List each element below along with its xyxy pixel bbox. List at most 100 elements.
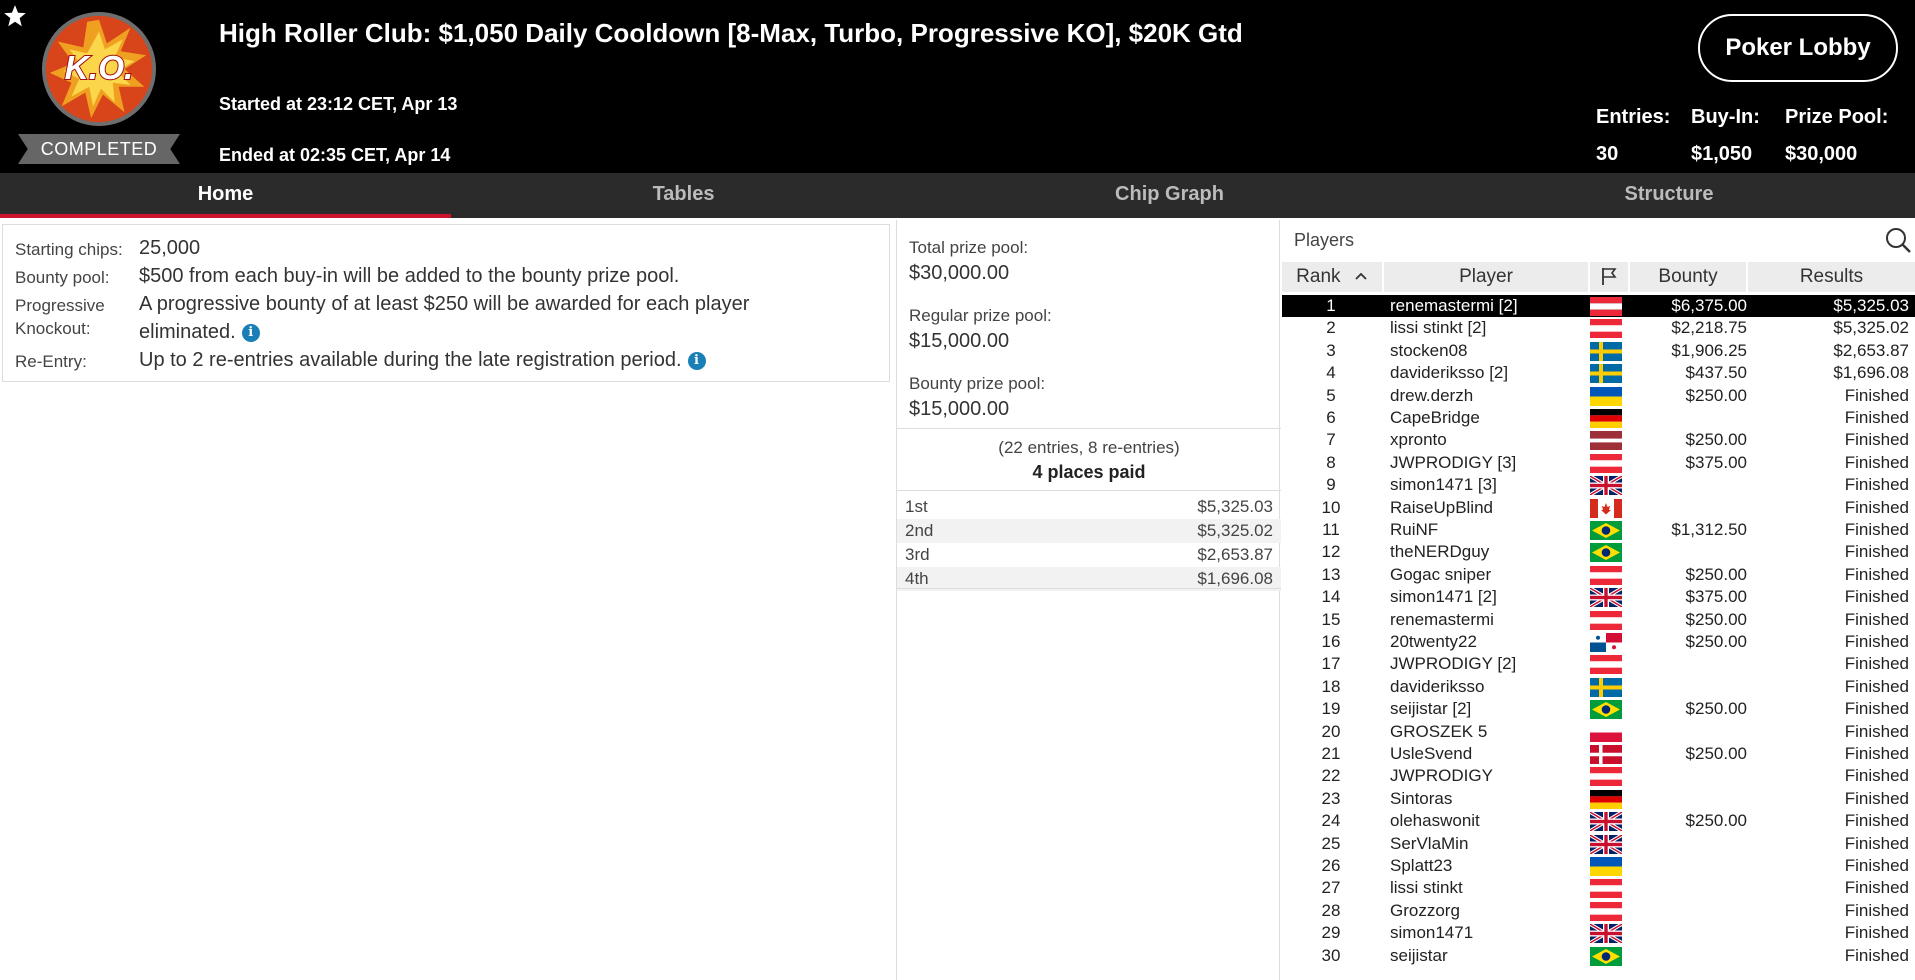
entries-value: 30 (1596, 143, 1619, 165)
search-icon[interactable] (1884, 226, 1912, 254)
table-row[interactable]: 17 JWPRODIGY [2] Finished (1282, 653, 1915, 675)
table-row[interactable]: 16 20twenty22 $250.00 Finished (1282, 631, 1915, 653)
progressive-value-line2-text: eliminated. (139, 321, 236, 343)
country-flag-icon (1590, 341, 1622, 361)
table-row[interactable]: 25 SerVlaMin Finished (1282, 833, 1915, 856)
country-flag-icon (1590, 565, 1622, 585)
player-name: simon1471 (1390, 923, 1474, 943)
player-result: Finished (1844, 609, 1909, 629)
country-flag-icon (1590, 498, 1622, 518)
payout-amount: $5,325.03 (1197, 497, 1273, 516)
divider (897, 588, 1281, 589)
table-row[interactable]: 8 JWPRODIGY [3] $375.00 Finished (1282, 452, 1915, 474)
player-result: Finished (1844, 430, 1909, 450)
player-result: $5,325.03 (1833, 296, 1909, 315)
bounty-pool-value: $500 from each buy-in will be added to t… (139, 265, 680, 287)
table-row[interactable]: 6 CapeBridge Finished (1282, 407, 1915, 429)
tournament-info-panel: Starting chips: 25,000 Bounty pool: $500… (2, 224, 890, 382)
table-row[interactable]: 27 lissi stinkt Finished (1282, 877, 1915, 899)
table-row[interactable]: 26 Splatt23 Finished (1282, 855, 1915, 877)
poker-lobby-button[interactable]: Poker Lobby (1698, 14, 1898, 82)
country-flag-icon (1589, 833, 1623, 856)
table-row[interactable]: 24 olehaswonit $250.00 Finished (1282, 810, 1915, 833)
player-rank: 28 (1321, 900, 1341, 920)
table-row[interactable]: 21 UsleSvend $250.00 Finished (1282, 743, 1915, 765)
player-name: renemastermi (1390, 609, 1494, 629)
tab-tables[interactable]: Tables (451, 173, 916, 218)
payout-row: 1st $5,325.03 (897, 495, 1281, 519)
player-result: Finished (1844, 676, 1909, 696)
player-bounty: $1,906.25 (1671, 340, 1747, 360)
player-name: lissi stinkt [2] (1390, 318, 1487, 338)
player-rank: 19 (1321, 699, 1341, 719)
favorite-star-icon[interactable] (2, 3, 28, 29)
country-flag-icon (1590, 745, 1622, 764)
table-row[interactable]: 29 simon1471 Finished (1282, 922, 1915, 945)
player-name: seijistar [2] (1390, 699, 1472, 719)
tab-chip-graph[interactable]: Chip Graph (916, 173, 1423, 218)
column-header-flag[interactable] (1590, 262, 1628, 292)
start-time: Started at 23:12 CET, Apr 13 (219, 94, 458, 114)
country-flag-icon (1590, 722, 1622, 742)
player-bounty: $375.00 (1685, 452, 1747, 472)
player-rank: 21 (1321, 744, 1341, 763)
table-row[interactable]: 9 simon1471 [3] Finished (1282, 474, 1915, 497)
player-bounty: $250.00 (1685, 385, 1747, 405)
table-row[interactable]: 28 Grozzorg Finished (1282, 900, 1915, 922)
table-row[interactable]: 14 simon1471 [2] $375.00 Finished (1282, 586, 1915, 609)
player-name: Splatt23 (1390, 856, 1453, 875)
table-row[interactable]: 23 Sintoras Finished (1282, 788, 1915, 810)
column-header-results[interactable]: Results (1748, 262, 1915, 292)
column-header-rank[interactable]: Rank (1282, 262, 1382, 292)
player-result: Finished (1844, 856, 1909, 875)
player-result: Finished (1844, 587, 1909, 607)
table-row[interactable]: 1 renemastermi [2] $6,375.00 $5,325.03 (1282, 295, 1915, 318)
player-name: Gogac sniper (1390, 564, 1492, 584)
player-name: Grozzorg (1390, 900, 1460, 920)
rank-header-label: Rank (1296, 266, 1341, 287)
table-row[interactable]: 7 xpronto $250.00 Finished (1282, 429, 1915, 451)
table-row[interactable]: 19 seijistar [2] $250.00 Finished (1282, 698, 1915, 720)
country-flag-icon (1589, 922, 1623, 945)
player-bounty: $250.00 (1685, 811, 1747, 831)
player-result: Finished (1844, 699, 1909, 719)
table-row[interactable]: 4 davideriksso [2] $437.50 $1,696.08 (1282, 362, 1915, 384)
table-row[interactable]: 11 RuiNF $1,312.50 Finished (1282, 519, 1915, 541)
player-bounty: $250.00 (1685, 632, 1747, 651)
active-tab-indicator (0, 214, 451, 218)
table-row[interactable]: 22 JWPRODIGY Finished (1282, 765, 1915, 787)
info-icon[interactable]: i (241, 324, 260, 342)
player-bounty: $6,375.00 (1671, 296, 1747, 315)
column-header-player[interactable]: Player (1384, 262, 1588, 292)
table-row[interactable]: 13 Gogac sniper $250.00 Finished (1282, 564, 1915, 586)
player-rank: 7 (1326, 430, 1336, 450)
table-row[interactable]: 3 stocken08 $1,906.25 $2,653.87 (1282, 340, 1915, 362)
tab-home[interactable]: Home (0, 173, 451, 218)
tournament-title: High Roller Club: $1,050 Daily Cooldown … (219, 18, 1243, 48)
table-row[interactable]: 18 davideriksso Finished (1282, 676, 1915, 698)
player-name: olehaswonit (1390, 811, 1480, 831)
buyin-value: $1,050 (1691, 143, 1753, 165)
table-row[interactable]: 2 lissi stinkt [2] $2,218.75 $5,325.02 (1282, 317, 1915, 339)
column-header-bounty[interactable]: Bounty (1630, 262, 1746, 292)
table-row[interactable]: 15 renemastermi $250.00 Finished (1282, 609, 1915, 631)
table-row[interactable]: 30 seijistar Finished (1282, 945, 1915, 967)
info-icon[interactable]: i (687, 352, 706, 370)
player-result: Finished (1844, 475, 1909, 495)
table-row[interactable]: 5 drew.derzh $250.00 Finished (1282, 385, 1915, 407)
player-name: RuiNF (1390, 520, 1439, 539)
player-name: xpronto (1390, 430, 1447, 450)
payout-amount: $2,653.87 (1197, 545, 1273, 564)
table-row[interactable]: 12 theNERDguy Finished (1282, 541, 1915, 563)
country-flag-icon (1590, 319, 1622, 339)
tab-structure[interactable]: Structure (1423, 173, 1915, 218)
table-row[interactable]: 20 GROSZEK 5 Finished (1282, 721, 1915, 743)
country-flag-icon (1590, 789, 1622, 809)
country-flag-icon (1590, 767, 1622, 787)
player-result: Finished (1844, 520, 1909, 539)
progressive-value-line2: eliminated. i (139, 318, 260, 346)
player-result: Finished (1844, 833, 1909, 853)
country-flag-icon (1590, 700, 1622, 720)
player-rank: 5 (1326, 385, 1336, 405)
table-row[interactable]: 10 RaiseUpBlind Finished (1282, 497, 1915, 519)
